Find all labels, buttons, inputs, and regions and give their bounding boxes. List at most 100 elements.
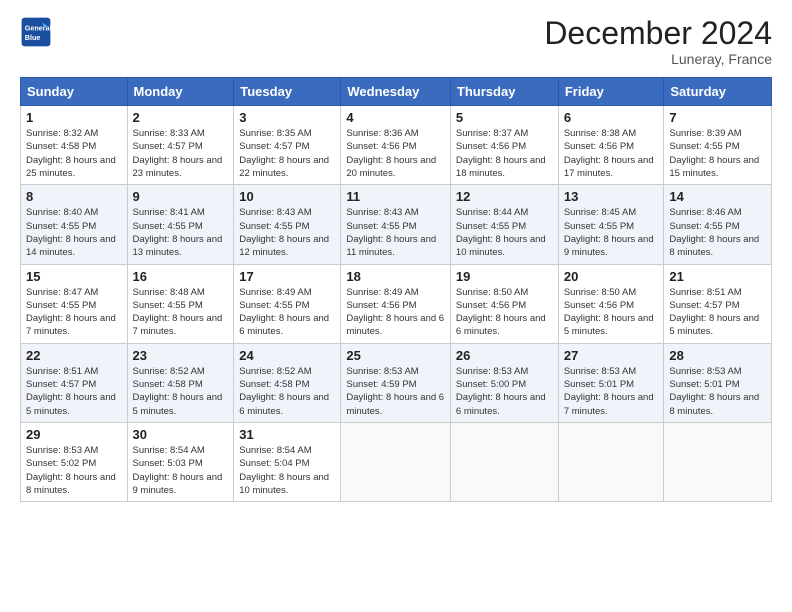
calendar-cell: 27 Sunrise: 8:53 AM Sunset: 5:01 PM Dayli… (558, 343, 664, 422)
calendar-cell: 19Sunrise: 8:50 AM Sunset: 4:56 PM Dayli… (450, 264, 558, 343)
day-number: 22 (26, 348, 122, 363)
cell-info: Sunrise: 8:45 AM Sunset: 4:55 PM Dayligh… (564, 206, 659, 259)
cell-info: Sunrise: 8:50 AM Sunset: 4:56 PM Dayligh… (456, 286, 553, 339)
day-number: 7 (669, 110, 766, 125)
day-number: 29 (26, 427, 122, 442)
calendar-cell: 17Sunrise: 8:49 AM Sunset: 4:55 PM Dayli… (234, 264, 341, 343)
calendar-cell: 10 Sunrise: 8:43 AM Sunset: 4:55 PM Dayli… (234, 185, 341, 264)
calendar-cell: 1Sunrise: 8:32 AM Sunset: 4:58 PM Daylig… (21, 106, 128, 185)
cell-info: Sunrise: 8:54 AM Sunset: 5:04 PM Dayligh… (239, 444, 335, 497)
calendar-cell: 22 Sunrise: 8:51 AM Sunset: 4:57 PM Dayli… (21, 343, 128, 422)
day-number: 1 (26, 110, 122, 125)
cell-info: Sunrise: 8:35 AM Sunset: 4:57 PM Dayligh… (239, 127, 335, 180)
week-row-2: 8 Sunrise: 8:40 AM Sunset: 4:55 PM Daylig… (21, 185, 772, 264)
calendar-cell: 4Sunrise: 8:36 AM Sunset: 4:56 PM Daylig… (341, 106, 451, 185)
calendar-cell: 14 Sunrise: 8:46 AM Sunset: 4:55 PM Dayli… (664, 185, 772, 264)
calendar-cell: 21 Sunrise: 8:51 AM Sunset: 4:57 PM Dayli… (664, 264, 772, 343)
day-number: 23 (133, 348, 229, 363)
day-number: 31 (239, 427, 335, 442)
cell-info: Sunrise: 8:37 AM Sunset: 4:56 PM Dayligh… (456, 127, 553, 180)
calendar-page: General Blue December 2024 Luneray, Fran… (0, 0, 792, 612)
day-number: 25 (346, 348, 445, 363)
col-thursday: Thursday (450, 78, 558, 106)
cell-info: Sunrise: 8:53 AM Sunset: 4:59 PM Dayligh… (346, 365, 445, 418)
cell-info: Sunrise: 8:43 AM Sunset: 4:55 PM Dayligh… (346, 206, 445, 259)
day-number: 5 (456, 110, 553, 125)
day-number: 4 (346, 110, 445, 125)
cell-info: Sunrise: 8:44 AM Sunset: 4:55 PM Dayligh… (456, 206, 553, 259)
calendar-cell: 5 Sunrise: 8:37 AM Sunset: 4:56 PM Daylig… (450, 106, 558, 185)
calendar-cell: 18 Sunrise: 8:49 AM Sunset: 4:56 PM Dayli… (341, 264, 451, 343)
cell-info: Sunrise: 8:40 AM Sunset: 4:55 PM Dayligh… (26, 206, 122, 259)
col-wednesday: Wednesday (341, 78, 451, 106)
svg-text:Blue: Blue (25, 33, 41, 42)
svg-text:General: General (25, 23, 52, 32)
calendar-cell: 28Sunrise: 8:53 AM Sunset: 5:01 PM Dayli… (664, 343, 772, 422)
cell-info: Sunrise: 8:53 AM Sunset: 5:02 PM Dayligh… (26, 444, 122, 497)
day-number: 27 (564, 348, 659, 363)
cell-info: Sunrise: 8:53 AM Sunset: 5:01 PM Dayligh… (564, 365, 659, 418)
calendar-cell: 23 Sunrise: 8:52 AM Sunset: 4:58 PM Dayli… (127, 343, 234, 422)
calendar-cell: 26Sunrise: 8:53 AM Sunset: 5:00 PM Dayli… (450, 343, 558, 422)
week-row-4: 22 Sunrise: 8:51 AM Sunset: 4:57 PM Dayli… (21, 343, 772, 422)
cell-info: Sunrise: 8:33 AM Sunset: 4:57 PM Dayligh… (133, 127, 229, 180)
day-number: 10 (239, 189, 335, 204)
day-number: 14 (669, 189, 766, 204)
cell-info: Sunrise: 8:48 AM Sunset: 4:55 PM Dayligh… (133, 286, 229, 339)
calendar-cell: 24 Sunrise: 8:52 AM Sunset: 4:58 PM Dayli… (234, 343, 341, 422)
cell-info: Sunrise: 8:41 AM Sunset: 4:55 PM Dayligh… (133, 206, 229, 259)
calendar-cell (558, 422, 664, 501)
col-friday: Friday (558, 78, 664, 106)
day-number: 24 (239, 348, 335, 363)
day-number: 18 (346, 269, 445, 284)
logo: General Blue (20, 16, 52, 48)
logo-icon: General Blue (20, 16, 52, 48)
calendar-cell: 12 Sunrise: 8:44 AM Sunset: 4:55 PM Dayli… (450, 185, 558, 264)
calendar-cell: 2 Sunrise: 8:33 AM Sunset: 4:57 PM Daylig… (127, 106, 234, 185)
calendar-cell: 30 Sunrise: 8:54 AM Sunset: 5:03 PM Dayli… (127, 422, 234, 501)
day-number: 15 (26, 269, 122, 284)
week-row-3: 15 Sunrise: 8:47 AM Sunset: 4:55 PM Dayli… (21, 264, 772, 343)
day-number: 6 (564, 110, 659, 125)
day-number: 13 (564, 189, 659, 204)
day-number: 9 (133, 189, 229, 204)
calendar-cell: 3Sunrise: 8:35 AM Sunset: 4:57 PM Daylig… (234, 106, 341, 185)
day-number: 30 (133, 427, 229, 442)
cell-info: Sunrise: 8:52 AM Sunset: 4:58 PM Dayligh… (133, 365, 229, 418)
day-number: 8 (26, 189, 122, 204)
day-number: 16 (133, 269, 229, 284)
cell-info: Sunrise: 8:43 AM Sunset: 4:55 PM Dayligh… (239, 206, 335, 259)
calendar-cell: 7Sunrise: 8:39 AM Sunset: 4:55 PM Daylig… (664, 106, 772, 185)
day-number: 17 (239, 269, 335, 284)
day-number: 12 (456, 189, 553, 204)
month-title: December 2024 (544, 16, 772, 51)
calendar-cell (450, 422, 558, 501)
day-number: 21 (669, 269, 766, 284)
calendar-cell: 20Sunrise: 8:50 AM Sunset: 4:56 PM Dayli… (558, 264, 664, 343)
cell-info: Sunrise: 8:52 AM Sunset: 4:58 PM Dayligh… (239, 365, 335, 418)
cell-info: Sunrise: 8:54 AM Sunset: 5:03 PM Dayligh… (133, 444, 229, 497)
col-saturday: Saturday (664, 78, 772, 106)
title-block: December 2024 Luneray, France (544, 16, 772, 67)
cell-info: Sunrise: 8:38 AM Sunset: 4:56 PM Dayligh… (564, 127, 659, 180)
calendar-cell: 29 Sunrise: 8:53 AM Sunset: 5:02 PM Dayli… (21, 422, 128, 501)
calendar-cell: 16 Sunrise: 8:48 AM Sunset: 4:55 PM Dayli… (127, 264, 234, 343)
cell-info: Sunrise: 8:49 AM Sunset: 4:56 PM Dayligh… (346, 286, 445, 339)
header-row: Sunday Monday Tuesday Wednesday Thursday… (21, 78, 772, 106)
day-number: 20 (564, 269, 659, 284)
calendar-cell: 13 Sunrise: 8:45 AM Sunset: 4:55 PM Dayli… (558, 185, 664, 264)
col-monday: Monday (127, 78, 234, 106)
calendar-cell: 15 Sunrise: 8:47 AM Sunset: 4:55 PM Dayli… (21, 264, 128, 343)
header: General Blue December 2024 Luneray, Fran… (20, 16, 772, 67)
cell-info: Sunrise: 8:51 AM Sunset: 4:57 PM Dayligh… (669, 286, 766, 339)
calendar-cell (341, 422, 451, 501)
cell-info: Sunrise: 8:47 AM Sunset: 4:55 PM Dayligh… (26, 286, 122, 339)
day-number: 2 (133, 110, 229, 125)
calendar-cell (664, 422, 772, 501)
day-number: 11 (346, 189, 445, 204)
cell-info: Sunrise: 8:51 AM Sunset: 4:57 PM Dayligh… (26, 365, 122, 418)
cell-info: Sunrise: 8:46 AM Sunset: 4:55 PM Dayligh… (669, 206, 766, 259)
col-sunday: Sunday (21, 78, 128, 106)
calendar-table: Sunday Monday Tuesday Wednesday Thursday… (20, 77, 772, 502)
calendar-cell: 9 Sunrise: 8:41 AM Sunset: 4:55 PM Daylig… (127, 185, 234, 264)
